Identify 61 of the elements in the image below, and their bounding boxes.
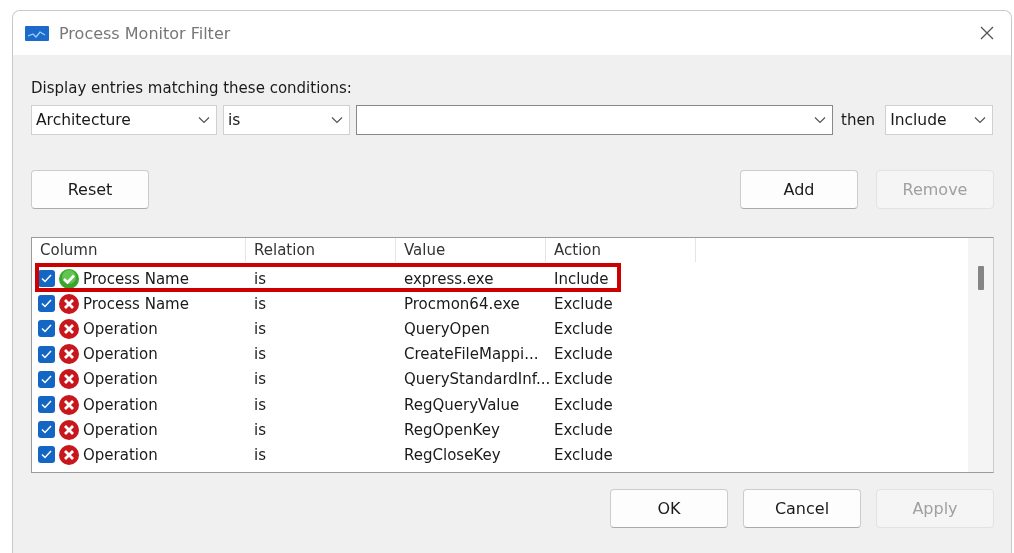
table-cell-text: Exclude xyxy=(553,420,614,439)
table-cell-text: QueryOpen xyxy=(403,319,491,338)
window-title: Process Monitor Filter xyxy=(59,23,232,43)
action-dropdown[interactable]: Include xyxy=(885,105,994,135)
table-cell: Process Name xyxy=(83,269,189,288)
table-cell-text: RegCloseKey xyxy=(403,445,502,464)
table-cell-text: CreateFileMappi... xyxy=(403,345,540,364)
table-cell-text: express.exe xyxy=(403,269,495,288)
table-cell-text: is xyxy=(253,420,267,439)
caret-icon xyxy=(814,116,826,124)
checkbox[interactable] xyxy=(38,396,55,414)
close-icon xyxy=(979,25,995,41)
app-icon xyxy=(25,24,49,42)
checkbox[interactable] xyxy=(38,345,55,363)
dialog-button[interactable]: Add xyxy=(740,170,858,209)
checkbox[interactable] xyxy=(38,370,55,388)
checkbox[interactable] xyxy=(38,320,55,338)
table-cell-text: Exclude xyxy=(553,370,614,389)
table-cell-text: is xyxy=(253,345,267,364)
dialog-button[interactable]: OK xyxy=(610,489,728,528)
caret-icon xyxy=(331,116,343,124)
scrollbar[interactable] xyxy=(968,238,993,472)
table-cell: Operation xyxy=(83,345,158,364)
table-cell-text: is xyxy=(253,269,267,288)
table-cell-text: is xyxy=(253,395,267,414)
table-cell-text: is xyxy=(253,294,267,313)
caret-icon xyxy=(198,116,210,124)
table-cell: Operation xyxy=(83,420,158,439)
table-cell-text: Exclude xyxy=(553,445,614,464)
table-cell-text: Exclude xyxy=(553,319,614,338)
then-label: then xyxy=(841,111,876,129)
checkbox[interactable] xyxy=(38,421,55,439)
checkbox[interactable] xyxy=(38,446,55,464)
table-cell: Process Name xyxy=(83,294,189,313)
table-cell-text: Include xyxy=(553,269,610,288)
column-header[interactable]: Value xyxy=(396,238,546,262)
table-cell-text: is xyxy=(253,319,267,338)
table-cell-text: RegOpenKey xyxy=(403,420,501,439)
caret-icon xyxy=(974,116,987,124)
column-header[interactable]: Column xyxy=(32,238,246,262)
table-cell: Operation xyxy=(83,370,158,389)
dialog-button[interactable]: Cancel xyxy=(743,489,861,528)
dialog-button[interactable]: Reset xyxy=(31,170,149,209)
column-dropdown[interactable]: Architecture xyxy=(31,105,217,135)
prompt-label: Display entries matching these conditions: xyxy=(31,79,353,97)
value-combobox[interactable] xyxy=(356,105,833,135)
table-cell: Operation xyxy=(83,395,158,414)
relation-dropdown[interactable]: is xyxy=(223,105,350,135)
table-cell-text: Procmon64.exe xyxy=(403,294,521,313)
scrollbar-thumb[interactable] xyxy=(977,266,984,290)
checkbox[interactable] xyxy=(38,295,55,313)
table-cell-text: Exclude xyxy=(553,345,614,364)
table-cell-text: is xyxy=(253,370,267,389)
table-cell-text: Exclude xyxy=(553,395,614,414)
table-cell: Operation xyxy=(83,319,158,338)
column-header[interactable]: Relation xyxy=(246,238,396,262)
table-cell: Operation xyxy=(83,445,158,464)
column-header[interactable]: Action xyxy=(546,238,696,262)
table-cell-text: is xyxy=(253,445,267,464)
table-cell-text: Exclude xyxy=(553,294,614,313)
table-cell-text: RegQueryValue xyxy=(403,395,521,414)
